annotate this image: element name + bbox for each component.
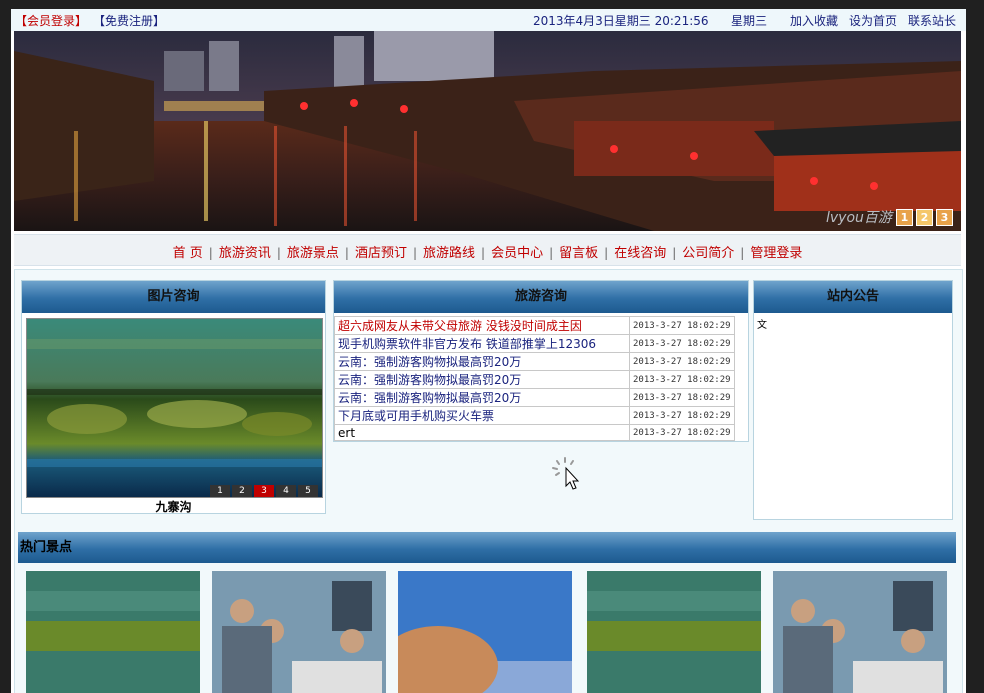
travel-news-date: 2013-3-27 18:02:29 — [629, 388, 735, 407]
main-navigation: 首 页 | 旅游资讯 | 旅游景点 | 酒店预订 | 旅游路线 | 会员中心 | 留言板 | 在线咨询 | 公司… — [14, 234, 961, 266]
travel-news-row: 现手机购票软件非官方发布 铁道部推掌上12306 2013-3-27 18:02:… — [334, 334, 735, 353]
picture-pager: 12345 — [208, 482, 318, 497]
travel-news-title-link[interactable]: ert — [334, 424, 630, 441]
travel-news-date: 2013-3-27 18:02:29 — [629, 352, 735, 371]
hot-spot-image-1[interactable] — [26, 571, 200, 693]
travel-news-title-link[interactable]: 云南：强制游客购物拟最高罚20万 — [334, 388, 630, 407]
banner-slideshow[interactable]: lvyou百游 1 2 3 — [14, 31, 961, 231]
travel-news-title: 旅游咨询 — [514, 289, 567, 304]
nav-separator: | — [481, 246, 486, 260]
set-homepage-link[interactable]: 设为首页 — [849, 12, 897, 29]
nav-separator: | — [549, 246, 554, 260]
nav-hotel-booking[interactable]: 酒店预订 — [351, 242, 411, 261]
travel-news-panel: 旅游咨询 超六成网友从未带父母旅游 没钱没时间成主因 2013-3-27 18:0… — [333, 280, 749, 442]
add-favorite-link[interactable]: 加入收藏 — [790, 12, 838, 29]
datetime-text: 2013年4月3日星期三 20:21:56 — [533, 14, 709, 28]
nav-separator: | — [208, 246, 213, 260]
loading-cursor-icon — [552, 457, 580, 490]
picture-page-2-button[interactable]: 2 — [232, 485, 252, 497]
nav-guestbook[interactable]: 留言板 — [555, 242, 602, 261]
banner-logo: lvyou百游 — [826, 210, 892, 226]
travel-news-header: 旅游咨询 — [334, 281, 748, 313]
weekday-text: 星期三 — [731, 14, 768, 28]
travel-news-row: 超六成网友从未带父母旅游 没钱没时间成主因 2013-3-27 18:02:29 — [334, 316, 735, 335]
travel-news-row: 云南：强制游客购物拟最高罚20万 2013-3-27 18:02:29 — [334, 352, 735, 371]
top-bar: 【会员登录】 【免费注册】 2013年4月3日星期三 20:21:56 星期三 … — [11, 9, 966, 31]
travel-news-title-link[interactable]: 超六成网友从未带父母旅游 没钱没时间成主因 — [334, 316, 630, 335]
travel-news-title-link[interactable]: 云南：强制游客购物拟最高罚20万 — [334, 370, 630, 389]
contact-admin-link[interactable]: 联系站长 — [908, 12, 956, 29]
picture-news-header: 图片咨询 — [22, 281, 325, 313]
nav-separator: | — [276, 246, 281, 260]
jiuzhaigou-image — [27, 319, 322, 497]
banner-page-1-button[interactable]: 1 — [896, 209, 913, 226]
hot-spot-image-3[interactable] — [398, 571, 572, 693]
free-register-link[interactable]: 【免费注册】 — [93, 12, 165, 29]
nav-admin-login[interactable]: 管理登录 — [746, 242, 806, 261]
picture-news-panel: 图片咨询 1 2 3 4 5 九寨沟 — [21, 280, 326, 514]
picture-page-5-button[interactable]: 5 — [298, 485, 318, 497]
nav-separator: | — [740, 246, 745, 260]
travel-news-row: 下月底或可用手机购买火车票 2013-3-27 18:02:29 — [334, 406, 735, 425]
picture-page-3-button[interactable]: 3 — [254, 485, 274, 497]
picture-page-4-button[interactable]: 4 — [276, 485, 296, 497]
hot-spot-image-5[interactable] — [773, 571, 947, 693]
member-login-link[interactable]: 【会员登录】 — [15, 12, 87, 29]
travel-news-date: 2013-3-27 18:02:29 — [629, 424, 735, 441]
travel-news-date: 2013-3-27 18:02:29 — [629, 406, 735, 425]
banner-page-2-button[interactable]: 2 — [916, 209, 933, 226]
hot-spot-image-4[interactable] — [587, 571, 761, 693]
nav-separator: | — [604, 246, 609, 260]
travel-news-date: 2013-3-27 18:02:29 — [629, 316, 735, 335]
travel-news-row: ert 2013-3-27 18:02:29 — [334, 424, 735, 441]
travel-news-date: 2013-3-27 18:02:29 — [629, 334, 735, 353]
banner-image — [14, 31, 961, 231]
nav-company-intro[interactable]: 公司简介 — [678, 242, 738, 261]
site-notice-title: 站内公告 — [826, 289, 879, 304]
jiuzhaigou-slideshow[interactable]: 12345 — [26, 318, 323, 498]
nav-separator: | — [412, 246, 418, 260]
nav-separator: | — [672, 246, 677, 260]
picture-news-title: 图片咨询 — [147, 289, 200, 304]
hot-spots-header: 热门景点 — [18, 532, 956, 563]
hot-spots-title: 热门景点 — [20, 540, 73, 555]
travel-news-list: 超六成网友从未带父母旅游 没钱没时间成主因 2013-3-27 18:02:29 现… — [334, 316, 735, 441]
travel-news-date: 2013-3-27 18:02:29 — [629, 370, 735, 389]
site-notice-panel: 站内公告 文 — [753, 280, 953, 520]
nav-member-center[interactable]: 会员中心 — [487, 242, 547, 261]
page: 【会员登录】 【免费注册】 2013年4月3日星期三 20:21:56 星期三 … — [11, 9, 966, 693]
banner-page-3-button[interactable]: 3 — [936, 209, 953, 226]
travel-news-title-link[interactable]: 下月底或可用手机购买火车票 — [334, 406, 630, 425]
nav-home[interactable]: 首 页 — [169, 242, 207, 261]
nav-travel-routes[interactable]: 旅游路线 — [419, 242, 479, 261]
travel-news-title-link[interactable]: 现手机购票软件非官方发布 铁道部推掌上12306 — [334, 334, 630, 353]
travel-news-title-link[interactable]: 云南：强制游客购物拟最高罚20万 — [334, 352, 630, 371]
picture-page-1-button[interactable]: 1 — [210, 485, 230, 497]
notice-marquee-text[interactable]: 文 — [757, 316, 767, 331]
nav-travel-news[interactable]: 旅游资讯 — [215, 242, 275, 261]
nav-online-consult[interactable]: 在线咨询 — [610, 242, 670, 261]
nav-scenic-spots[interactable]: 旅游景点 — [283, 242, 343, 261]
nav-separator: | — [344, 246, 349, 260]
picture-caption[interactable]: 九寨沟 — [22, 498, 325, 515]
travel-news-row: 云南：强制游客购物拟最高罚20万 2013-3-27 18:02:29 — [334, 388, 735, 407]
hot-spot-image-2[interactable] — [212, 571, 386, 693]
site-notice-header: 站内公告 — [754, 281, 952, 313]
travel-news-row: 云南：强制游客购物拟最高罚20万 2013-3-27 18:02:29 — [334, 370, 735, 389]
